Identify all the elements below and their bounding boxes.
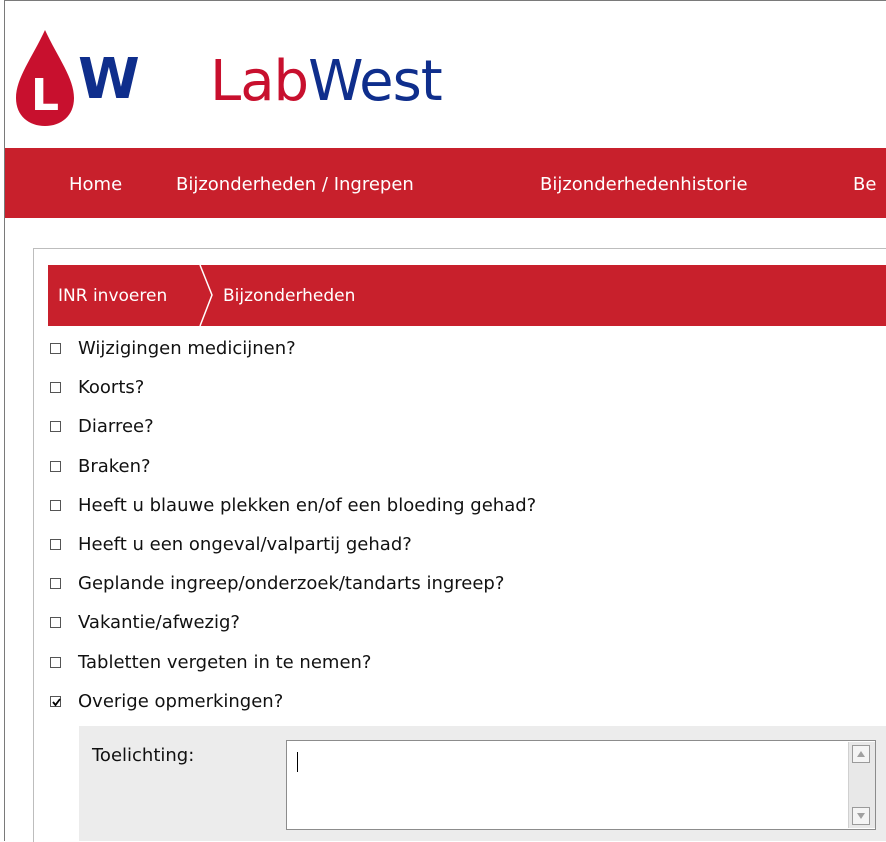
nav-item-home[interactable]: Home xyxy=(69,174,122,196)
logo-w: W xyxy=(78,47,140,112)
option-label: Tabletten vergeten in te nemen? xyxy=(78,651,372,673)
checkbox[interactable] xyxy=(50,421,61,433)
option-8[interactable]: Vakantie/afwezig? xyxy=(50,612,750,636)
checkbox-checked[interactable] xyxy=(50,695,61,707)
option-4[interactable]: Braken? xyxy=(50,456,750,480)
checkbox[interactable] xyxy=(50,578,61,590)
option-label: Wijzigingen medicijnen? xyxy=(78,338,296,359)
checkbox[interactable] xyxy=(50,656,61,668)
option-label: Koorts? xyxy=(78,377,145,399)
checkbox[interactable] xyxy=(50,343,61,354)
option-6[interactable]: Heeft u een ongeval/valpartij gehad? xyxy=(50,534,750,558)
nav-item-truncated[interactable]: Be xyxy=(853,174,876,196)
toelichting-label: Toelichting: xyxy=(92,745,195,766)
scroll-down-arrow-icon[interactable] xyxy=(852,807,870,825)
main-nav: Home Bijzonderheden / Ingrepen Bijzonder… xyxy=(5,148,886,218)
logo-letter: L xyxy=(31,70,59,121)
breadcrumb-step-bijzonderheden: Bijzonderheden xyxy=(223,286,356,306)
option-label: Diarree? xyxy=(78,416,154,438)
checkbox[interactable] xyxy=(50,460,61,472)
option-label: Overige opmerkingen? xyxy=(78,690,284,712)
checkbox[interactable] xyxy=(50,499,61,511)
toelichting-textarea[interactable] xyxy=(286,740,876,830)
nav-item-bijzonderheden-ingrepen[interactable]: Bijzonderheden / Ingrepen xyxy=(176,174,414,196)
textarea-scrollbar[interactable] xyxy=(848,742,875,828)
option-2[interactable]: Koorts? xyxy=(50,377,750,401)
brand-name-part2: West xyxy=(308,49,443,114)
checkbox[interactable] xyxy=(50,382,61,394)
nav-item-bijzonderhedenhistorie[interactable]: Bijzonderhedenhistorie xyxy=(540,174,748,196)
option-label: Heeft u blauwe plekken en/of een bloedin… xyxy=(78,494,537,516)
option-9[interactable]: Tabletten vergeten in te nemen? xyxy=(50,652,750,676)
labwest-logo-drop-icon: L xyxy=(16,30,74,126)
option-3[interactable]: Diarree? xyxy=(50,416,750,440)
brand-name-part1: Lab xyxy=(210,49,309,114)
chevron-right-icon xyxy=(199,265,213,326)
option-10[interactable]: Overige opmerkingen? xyxy=(50,691,750,715)
brand-name[interactable]: LabWest xyxy=(210,54,443,110)
breadcrumb: INR invoeren Bijzonderheden xyxy=(48,265,886,326)
header xyxy=(5,1,886,148)
text-caret xyxy=(297,752,298,772)
option-label: Geplande ingreep/onderzoek/tandarts ingr… xyxy=(78,573,505,595)
option-7[interactable]: Geplande ingreep/onderzoek/tandarts ingr… xyxy=(50,573,750,597)
scroll-up-arrow-icon[interactable] xyxy=(852,745,870,763)
option-label: Braken? xyxy=(78,455,151,477)
checkbox[interactable] xyxy=(50,617,61,629)
option-5[interactable]: Heeft u blauwe plekken en/of een bloedin… xyxy=(50,495,750,519)
option-label: Vakantie/afwezig? xyxy=(78,612,240,634)
breadcrumb-step-inr-invoeren[interactable]: INR invoeren xyxy=(58,285,167,307)
checkbox[interactable] xyxy=(50,539,61,550)
option-1[interactable]: Wijzigingen medicijnen? xyxy=(50,338,750,362)
option-label: Heeft u een ongeval/valpartij gehad? xyxy=(78,534,412,555)
